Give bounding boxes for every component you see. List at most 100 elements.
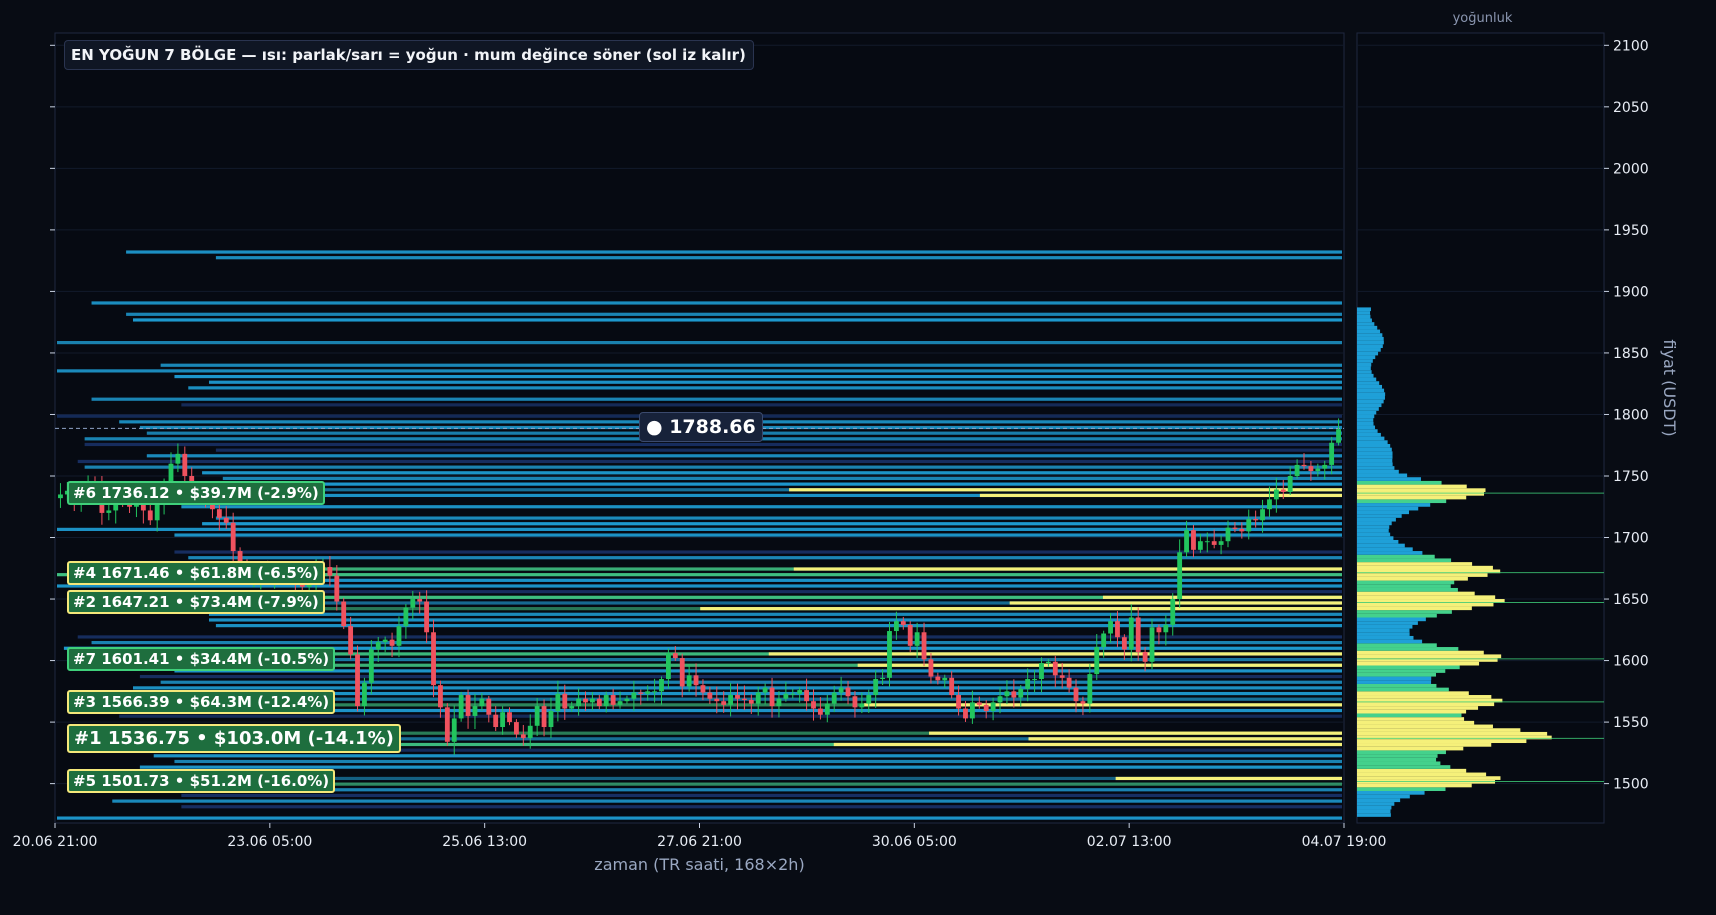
x-tick-label: 04.07 19:00 <box>1302 834 1387 850</box>
y-axis-label: fiyat (USDT) <box>1660 339 1679 436</box>
candle-body <box>1239 528 1245 532</box>
profile-bar <box>1357 547 1413 552</box>
candle-body <box>638 692 644 694</box>
candle-body <box>1108 621 1113 634</box>
heat-band <box>57 527 1342 531</box>
candle-body <box>424 601 430 633</box>
profile-bar <box>1357 639 1423 644</box>
profile-bar <box>1357 525 1390 529</box>
candle-body <box>1025 679 1031 689</box>
profile-bar <box>1357 491 1485 496</box>
candle-body <box>969 702 975 719</box>
candle-body <box>1232 527 1238 529</box>
candle-body <box>783 693 789 699</box>
heat-band-hot <box>789 488 1342 492</box>
profile-bar <box>1357 709 1467 714</box>
candle-body <box>1004 691 1010 697</box>
candle-body <box>596 698 602 707</box>
heat-band-hot <box>929 731 1342 735</box>
profile-bar <box>1357 702 1495 707</box>
profile-bar <box>1357 680 1432 684</box>
candle-body <box>845 687 851 697</box>
candle-body <box>500 712 506 728</box>
candle-body <box>472 706 478 716</box>
x-tick-label: 20.06 21:00 <box>13 834 98 850</box>
zone-label: #7 1601.41 • $34.4M (-10.5%) <box>67 646 336 671</box>
profile-bar <box>1357 720 1475 725</box>
heat-band <box>222 476 1343 481</box>
candle-body <box>417 599 423 602</box>
profile-bar <box>1357 754 1438 758</box>
candle-body <box>838 687 844 693</box>
candle-body <box>942 677 948 681</box>
profile-bar <box>1357 340 1384 345</box>
profile-bar <box>1357 794 1410 799</box>
heat-band <box>84 465 1343 469</box>
profile-bar <box>1357 606 1472 611</box>
profile-bar <box>1357 355 1376 360</box>
profile-bar <box>1357 750 1446 755</box>
candle-body <box>514 722 519 735</box>
y-tick-label: 1900 <box>1613 284 1649 300</box>
candle-body <box>928 659 934 677</box>
candle-body <box>776 698 782 707</box>
candle-body <box>1204 541 1210 543</box>
profile-bar <box>1357 772 1487 777</box>
profile-bar <box>1357 643 1437 648</box>
profile-bar <box>1357 632 1410 636</box>
candle-body <box>576 698 582 707</box>
candle-body <box>983 704 989 712</box>
y-tick-label: 2050 <box>1613 100 1649 116</box>
profile-bar <box>1357 683 1437 688</box>
candle-body <box>769 687 775 707</box>
profile-bar <box>1357 650 1484 655</box>
y-tick-label: 1700 <box>1613 531 1649 547</box>
heat-band <box>57 816 1342 820</box>
heat-band <box>174 550 1342 554</box>
candle-body <box>956 695 961 709</box>
profile-bar <box>1357 443 1391 448</box>
profile-bar <box>1357 580 1455 585</box>
profile-bar <box>1357 410 1377 415</box>
heat-band <box>139 674 1343 679</box>
candle-body <box>603 695 609 707</box>
candle-body <box>817 708 823 715</box>
candle-body <box>479 698 485 707</box>
profile-bar <box>1357 414 1375 419</box>
profile-bar <box>1357 451 1393 456</box>
candle-body <box>106 510 112 513</box>
profile-bar <box>1357 432 1381 437</box>
candle-body <box>880 677 885 680</box>
heat-band-hot <box>833 742 1342 747</box>
profile-bar <box>1357 429 1378 433</box>
heat-band <box>112 799 1343 803</box>
profile-bar <box>1357 687 1449 692</box>
candle-body <box>348 626 354 655</box>
heat-band <box>181 805 1342 809</box>
profile-bar <box>1357 602 1494 607</box>
x-tick-label: 30.06 05:00 <box>872 834 957 850</box>
profile-bar <box>1357 499 1447 504</box>
candle-body <box>327 567 333 576</box>
candle-body <box>741 698 747 700</box>
profile-bar <box>1357 473 1408 478</box>
profile-bar <box>1357 706 1479 710</box>
profile-bar <box>1357 329 1381 334</box>
profile-bar <box>1357 336 1384 341</box>
candle-body <box>1045 661 1051 664</box>
candle-body <box>341 601 347 627</box>
candle-body <box>410 599 416 608</box>
candle-body <box>790 693 796 695</box>
candle-body <box>375 642 381 650</box>
zone-label: #4 1671.46 • $61.8M (-6.5%) <box>67 560 325 585</box>
candle-body <box>589 698 595 703</box>
candle-body <box>58 494 63 499</box>
profile-bar <box>1357 554 1435 559</box>
profile-bar <box>1357 362 1372 367</box>
candle-body <box>1287 475 1293 492</box>
profile-bar <box>1357 635 1414 640</box>
candle-body <box>1191 530 1196 550</box>
profile-bar <box>1357 743 1492 747</box>
candle-body <box>797 690 803 694</box>
heat-band <box>91 397 1343 401</box>
